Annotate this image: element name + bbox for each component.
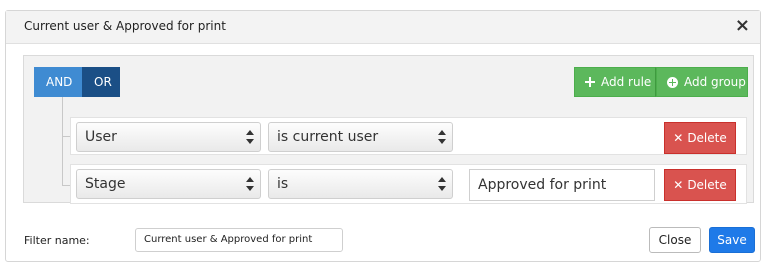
rule-operator-select[interactable]: is (268, 169, 453, 199)
rule-operator-select[interactable]: is current user (268, 122, 453, 152)
condition-toggle: AND OR (34, 67, 120, 97)
close-icon[interactable]: × (735, 17, 750, 35)
condition-or-button[interactable]: OR (82, 67, 120, 97)
rule-field-value: User (85, 129, 117, 145)
rule-row: Stage is Approved for print ✕ Delete (70, 164, 747, 204)
rule-operator-value: is (277, 176, 289, 192)
plus-icon (585, 77, 595, 87)
add-group-button[interactable]: Add group (656, 67, 748, 97)
delete-label: Delete (687, 178, 727, 192)
add-rule-label: Add rule (601, 75, 652, 89)
close-icon: ✕ (673, 178, 684, 192)
query-builder-group: AND OR Add rule Add group User is curren… (23, 55, 754, 204)
rule-field-select[interactable]: Stage (76, 169, 261, 199)
select-arrows-icon (246, 177, 254, 191)
rule-row: User is current user ✕ Delete (70, 117, 747, 155)
dialog-title: Current user & Approved for print (24, 19, 226, 33)
delete-label: Delete (687, 131, 727, 145)
rule-operator-value: is current user (277, 129, 379, 145)
select-arrows-icon (438, 177, 446, 191)
filter-dialog: Current user & Approved for print × AND … (5, 10, 761, 262)
group-actions: Add rule Add group (574, 67, 748, 97)
condition-and-button[interactable]: AND (34, 67, 82, 97)
rule-field-value: Stage (85, 176, 126, 192)
rule-field-select[interactable]: User (76, 122, 261, 152)
close-icon: ✕ (673, 131, 684, 145)
tree-connector (62, 185, 70, 186)
plus-circle-icon (667, 76, 678, 88)
filter-name-label: Filter name: (24, 234, 90, 247)
delete-rule-button[interactable]: ✕ Delete (664, 122, 736, 154)
delete-rule-button[interactable]: ✕ Delete (664, 169, 736, 201)
select-arrows-icon (438, 130, 446, 144)
select-arrows-icon (246, 130, 254, 144)
filter-name-input[interactable]: Current user & Approved for print (135, 228, 343, 252)
add-group-label: Add group (684, 75, 746, 89)
add-rule-button[interactable]: Add rule (574, 67, 656, 97)
rule-value-input[interactable]: Approved for print (469, 169, 655, 201)
dialog-header: Current user & Approved for print × (6, 11, 760, 44)
tree-connector (62, 97, 63, 186)
save-button[interactable]: Save (709, 227, 755, 253)
tree-connector (62, 136, 70, 137)
close-button[interactable]: Close (649, 227, 701, 253)
